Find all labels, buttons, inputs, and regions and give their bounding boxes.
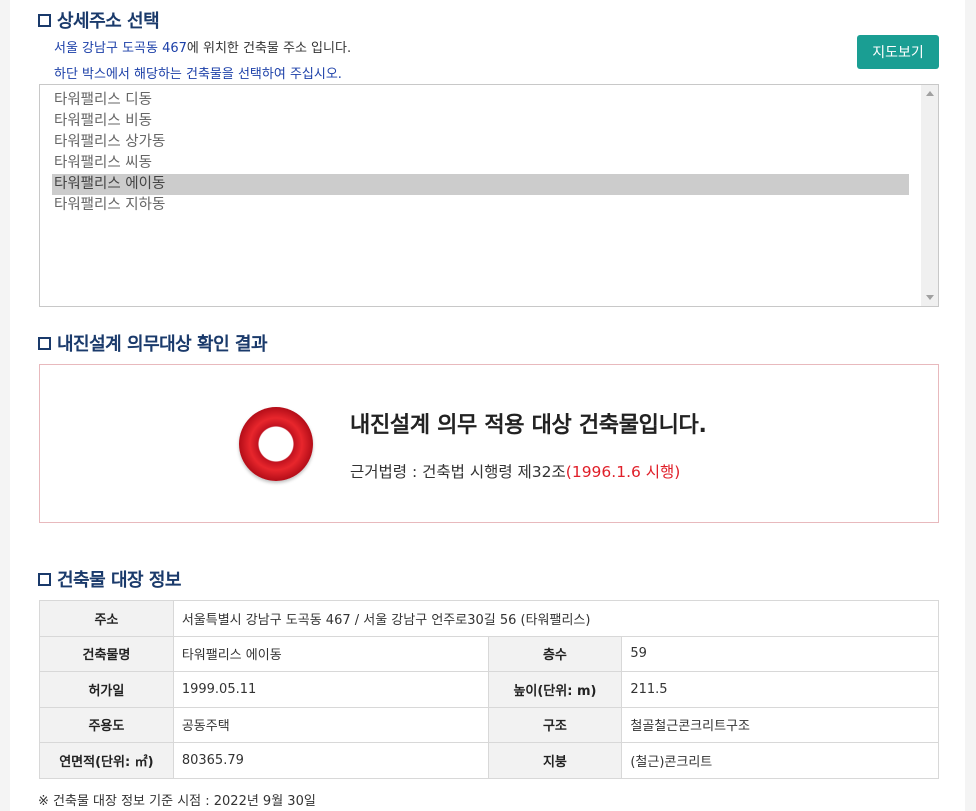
building-option[interactable]: 타워팰리스 비동 xyxy=(52,111,909,132)
row-label: 주용도 xyxy=(39,706,174,743)
building-option[interactable]: 타워팰리스 에이동 xyxy=(52,174,909,195)
scroll-up-arrow-icon[interactable] xyxy=(926,91,934,96)
row-label: 연면적(단위: ㎡) xyxy=(39,742,174,779)
row-value: 1999.05.11 xyxy=(172,671,489,708)
address-suffix: 에 위치한 건축물 주소 입니다. xyxy=(186,41,352,56)
table-row: 건축물명 타워팰리스 에이동 층수 59 xyxy=(39,635,939,672)
legal-basis-date: (1996.1.6 시행) xyxy=(565,463,681,481)
o-mark-icon xyxy=(239,407,313,481)
row-value: 211.5 xyxy=(621,671,939,708)
scroll-down-arrow-icon[interactable] xyxy=(926,295,934,300)
table-row: 주소 서울특별시 강남구 도곡동 467 / 서울 강남구 언주로30길 56 … xyxy=(39,600,940,637)
building-listbox[interactable]: 타워팰리스 디동 타워팰리스 비동 타워팰리스 상가동 타워팰리스 씨동 타워팰리스 에… xyxy=(39,84,939,307)
seismic-result-box: 내진설계 의무 적용 대상 건축물입니다. 근거법령 : 건축법 시행령 제32… xyxy=(39,364,939,523)
page-content: 상세주소 선택 서울 강남구 도곡동 467에 위치한 건축물 주소 입니다. … xyxy=(10,0,965,811)
building-registry-table: 주소 서울특별시 강남구 도곡동 467 / 서울 강남구 언주로30길 56 … xyxy=(39,600,940,779)
table-row: 허가일 1999.05.11 높이(단위: m) 211.5 xyxy=(39,671,939,708)
row-value: 공동주택 xyxy=(172,706,489,743)
table-row: 주용도 공동주택 구조 철골철근콘크리트구조 xyxy=(39,706,939,743)
section-title-registry: 건축물 대장 정보 xyxy=(38,566,181,592)
row-value: (철근)콘크리트 xyxy=(621,742,939,779)
registry-footnote: ※ 건축물 대장 정보 기준 시점 : 2022년 9월 30일 xyxy=(38,794,316,809)
row-label: 지붕 xyxy=(487,742,623,779)
building-option[interactable]: 타워팰리스 지하동 xyxy=(52,195,909,216)
address-header: 주소 xyxy=(39,600,174,637)
row-label: 층수 xyxy=(487,635,623,672)
row-label: 구조 xyxy=(487,706,623,743)
row-value: 타워팰리스 에이동 xyxy=(172,635,489,672)
address-value: 서울특별시 강남구 도곡동 467 / 서울 강남구 언주로30길 56 (타워… xyxy=(172,600,940,637)
table-row: 연면적(단위: ㎡) 80365.79 지붕 (철근)콘크리트 xyxy=(39,742,939,779)
row-label: 건축물명 xyxy=(39,635,174,672)
square-bullet-icon xyxy=(38,572,51,586)
result-message: 내진설계 의무 적용 대상 건축물입니다. xyxy=(350,413,707,438)
section-title-seismic-result: 내진설계 의무대상 확인 결과 xyxy=(38,330,268,356)
result-legal-basis: 근거법령 : 건축법 시행령 제32조(1996.1.6 시행) xyxy=(350,460,680,482)
select-instruction: 하단 박스에서 해당하는 건축물을 선택하여 주십시오. xyxy=(54,67,342,82)
row-value: 80365.79 xyxy=(172,742,489,779)
row-value: 59 xyxy=(621,635,939,672)
map-view-button[interactable]: 지도보기 xyxy=(857,35,939,69)
row-label: 높이(단위: m) xyxy=(487,671,623,708)
square-bullet-icon xyxy=(38,13,51,27)
building-option[interactable]: 타워팰리스 디동 xyxy=(52,90,909,111)
address-description: 서울 강남구 도곡동 467에 위치한 건축물 주소 입니다. xyxy=(54,37,351,56)
building-option[interactable]: 타워팰리스 씨동 xyxy=(52,153,909,174)
building-option[interactable]: 타워팰리스 상가동 xyxy=(52,132,909,153)
section-title-text: 건축물 대장 정보 xyxy=(57,570,181,591)
section-title-detail-address: 상세주소 선택 xyxy=(38,7,160,33)
section-title-text: 내진설계 의무대상 확인 결과 xyxy=(57,334,268,355)
row-value: 철골철근콘크리트구조 xyxy=(621,706,939,743)
section-title-text: 상세주소 선택 xyxy=(57,11,160,32)
address-text: 서울 강남구 도곡동 467 xyxy=(54,41,187,56)
legal-basis-text: 근거법령 : 건축법 시행령 제32조 xyxy=(350,463,566,481)
square-bullet-icon xyxy=(38,336,51,350)
listbox-scrollbar[interactable] xyxy=(921,85,938,306)
row-label: 허가일 xyxy=(39,671,174,708)
building-list: 타워팰리스 디동 타워팰리스 비동 타워팰리스 상가동 타워팰리스 씨동 타워팰리스 에… xyxy=(40,85,938,216)
